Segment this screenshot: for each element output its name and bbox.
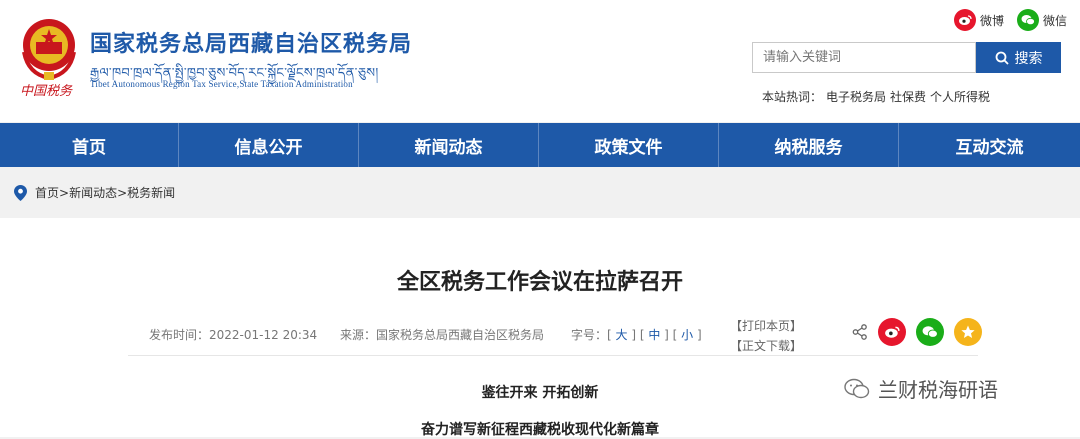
breadcrumb-news[interactable]: 新闻动态 xyxy=(69,186,117,200)
location-pin-icon xyxy=(14,184,27,201)
weibo-label: 微博 xyxy=(980,13,1005,28)
china-tax-calligraphy: 中国税务 xyxy=(20,83,73,98)
print-page-link[interactable]: 【打印本页】 xyxy=(730,316,802,336)
share-bar xyxy=(852,318,982,346)
hot-words-label: 本站热词： xyxy=(762,90,823,104)
site-title[interactable]: 国家税务总局西藏自治区税务局 xyxy=(90,26,412,58)
site-title-tibetan: རྒྱལ་ཁབ་ཁྲལ་དོན་སྤྱི་ཁྱབ་ཅུས་བོད་རང་སྐྱོ… xyxy=(90,66,379,81)
font-size-large[interactable]: 大 xyxy=(616,328,628,342)
publish-time-value: 2022-01-12 20:34 xyxy=(209,328,318,342)
share-wechat-icon[interactable] xyxy=(916,318,944,346)
source-label: 来源： xyxy=(340,328,377,342)
search-field-wrapper xyxy=(752,42,976,73)
search-button[interactable]: 搜索 xyxy=(976,42,1061,73)
breadcrumb-separator: > xyxy=(59,186,70,200)
wechat-outline-icon xyxy=(844,378,870,398)
print-download-links: 【打印本页】 【正文下载】 xyxy=(730,316,802,356)
wechat-icon xyxy=(1017,9,1039,31)
nav-item-tax-service[interactable]: 纳税服务 xyxy=(719,123,899,167)
share-icon[interactable] xyxy=(852,324,868,340)
weibo-icon xyxy=(954,9,976,31)
nav-item-home[interactable]: 首页 xyxy=(0,123,179,167)
article-subheading-2: 奋力谱写新征程西藏税收现代化新篇章 xyxy=(421,422,659,438)
wechat-label: 微信 xyxy=(1043,13,1068,28)
article-title: 全区税务工作会议在拉萨召开 xyxy=(396,270,683,295)
share-favorite-star-icon[interactable] xyxy=(954,318,982,346)
breadcrumb-home[interactable]: 首页 xyxy=(35,186,59,200)
breadcrumb-tax-news[interactable]: 税务新闻 xyxy=(127,186,175,200)
watermark: 兰财税海研语 xyxy=(844,374,998,403)
nav-item-info-disclosure[interactable]: 信息公开 xyxy=(179,123,359,167)
site-header: 中国税务 国家税务总局西藏自治区税务局 རྒྱལ་ཁབ་ཁྲལ་དོན་སྤྱི… xyxy=(0,0,1080,122)
nav-item-interaction[interactable]: 互动交流 xyxy=(899,123,1080,167)
site-title-english: Tibet Autonomous Region Tax Service,Stat… xyxy=(90,79,353,89)
search-button-label: 搜索 xyxy=(1014,50,1043,67)
article-source: 来源：国家税务总局西藏自治区税务局 xyxy=(340,326,544,343)
publish-time: 发布时间：2022-01-12 20:34 xyxy=(149,326,317,343)
search-input[interactable] xyxy=(753,43,975,72)
breadcrumb-separator: > xyxy=(117,186,128,200)
nav-item-news[interactable]: 新闻动态 xyxy=(359,123,539,167)
publish-time-label: 发布时间： xyxy=(149,328,210,342)
breadcrumb: 首页>新闻动态>税务新闻 xyxy=(14,184,175,201)
share-weibo-icon[interactable] xyxy=(878,318,906,346)
font-size-small[interactable]: 小 xyxy=(681,328,693,342)
hot-word-link[interactable]: 电子税务局 xyxy=(826,90,886,104)
weibo-link[interactable]: 微博 xyxy=(954,9,1004,31)
article-panel: 全区税务工作会议在拉萨召开 发布时间：2022-01-12 20:34 来源：国… xyxy=(0,218,1080,438)
font-size-controls: 字号：[ 大 ] [ 中 ] [ 小 ] xyxy=(571,328,702,342)
font-size-medium[interactable]: 中 xyxy=(648,328,660,342)
meta-divider xyxy=(128,355,978,356)
nav-item-policies[interactable]: 政策文件 xyxy=(539,123,719,167)
source-value: 国家税务总局西藏自治区税务局 xyxy=(376,328,545,342)
hot-word-link[interactable]: 个人所得税 xyxy=(930,90,990,104)
hot-word-link[interactable]: 社保费 xyxy=(890,90,926,104)
watermark-text: 兰财税海研语 xyxy=(878,378,998,402)
search-icon xyxy=(995,51,1009,65)
wechat-link[interactable]: 微信 xyxy=(1017,9,1067,31)
hot-words: 本站热词： 电子税务局 社保费 个人所得税 xyxy=(762,88,994,105)
font-size-label: 字号： xyxy=(571,328,608,342)
download-text-link[interactable]: 【正文下载】 xyxy=(730,336,802,356)
main-nav: 首页 信息公开 新闻动态 政策文件 纳税服务 互动交流 xyxy=(0,123,1080,167)
